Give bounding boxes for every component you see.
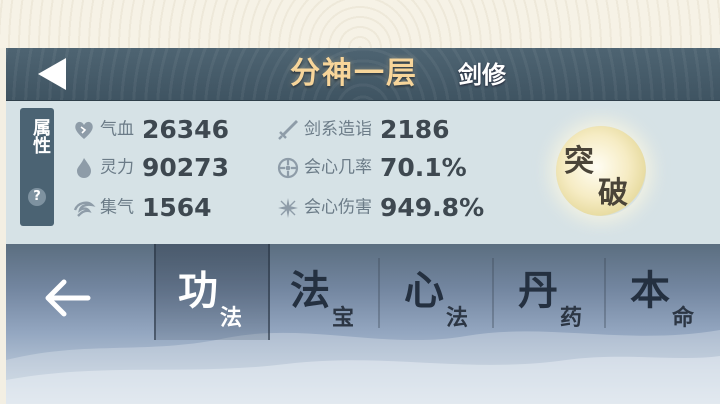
tab-main-char: 心 bbox=[404, 268, 444, 314]
attribute-label: 属性 bbox=[30, 118, 51, 154]
tab-sub-char: 药 bbox=[560, 306, 583, 331]
tab-sub-char: 法 bbox=[446, 306, 469, 331]
tab-fabao[interactable]: 法 宝 bbox=[268, 244, 380, 340]
stat-label: 气血 bbox=[100, 119, 134, 140]
background-strip bbox=[0, 0, 720, 48]
stat-value: 70.1% bbox=[380, 152, 467, 182]
help-icon[interactable]: ? bbox=[28, 188, 46, 206]
stat-hp: 气血 26346 bbox=[72, 114, 229, 144]
stat-crit-rate: 会心几率 70.1% bbox=[276, 152, 467, 182]
stat-value: 2186 bbox=[380, 114, 450, 144]
swirl-icon bbox=[73, 201, 96, 217]
realm-title: 分神一层 bbox=[290, 56, 418, 91]
tab-danyao[interactable]: 丹 药 bbox=[496, 244, 608, 340]
stat-label: 集气 bbox=[100, 197, 134, 218]
tab-main-char: 丹 bbox=[518, 268, 558, 314]
stat-value: 90273 bbox=[142, 152, 229, 182]
stat-value: 1564 bbox=[142, 192, 212, 222]
crit-rate-icon bbox=[277, 157, 299, 178]
tab-sub-char: 命 bbox=[672, 306, 695, 331]
sword-icon bbox=[278, 119, 298, 140]
heart-icon bbox=[75, 121, 93, 139]
left-arrow-icon[interactable] bbox=[40, 276, 92, 320]
tab-xinfa[interactable]: 心 法 bbox=[382, 244, 494, 340]
tab-main-char: 法 bbox=[290, 268, 330, 314]
tab-benming[interactable]: 本 命 bbox=[608, 244, 720, 340]
stat-label: 剑系造诣 bbox=[304, 119, 372, 140]
stat-qi: 集气 1564 bbox=[72, 192, 212, 222]
stat-value: 26346 bbox=[142, 114, 229, 144]
tab-sub-char: 法 bbox=[220, 306, 243, 331]
flame-icon bbox=[77, 157, 91, 178]
tab-sub-char: 宝 bbox=[332, 306, 355, 331]
breakthrough-char-1: 突 bbox=[564, 144, 594, 179]
tab-gongfa[interactable]: 功 法 bbox=[154, 244, 270, 340]
tab-divider bbox=[604, 258, 606, 328]
stat-label: 会心几率 bbox=[304, 157, 372, 178]
tab-main-char: 本 bbox=[630, 268, 670, 314]
stat-sword-mastery: 剑系造诣 2186 bbox=[276, 114, 450, 144]
tab-main-char: 功 bbox=[178, 268, 218, 314]
stat-value: 949.8% bbox=[380, 192, 485, 222]
crit-damage-icon bbox=[278, 197, 298, 218]
tab-divider bbox=[378, 258, 380, 328]
stat-label: 会心伤害 bbox=[304, 197, 372, 218]
breakthrough-char-2: 破 bbox=[598, 176, 628, 211]
back-triangle-icon[interactable] bbox=[36, 56, 70, 92]
tab-divider bbox=[492, 258, 494, 328]
stat-crit-damage: 会心伤害 949.8% bbox=[276, 192, 484, 222]
stat-mana: 灵力 90273 bbox=[72, 152, 229, 182]
stat-label: 灵力 bbox=[100, 157, 134, 178]
class-subtitle: 剑修 bbox=[458, 61, 506, 89]
